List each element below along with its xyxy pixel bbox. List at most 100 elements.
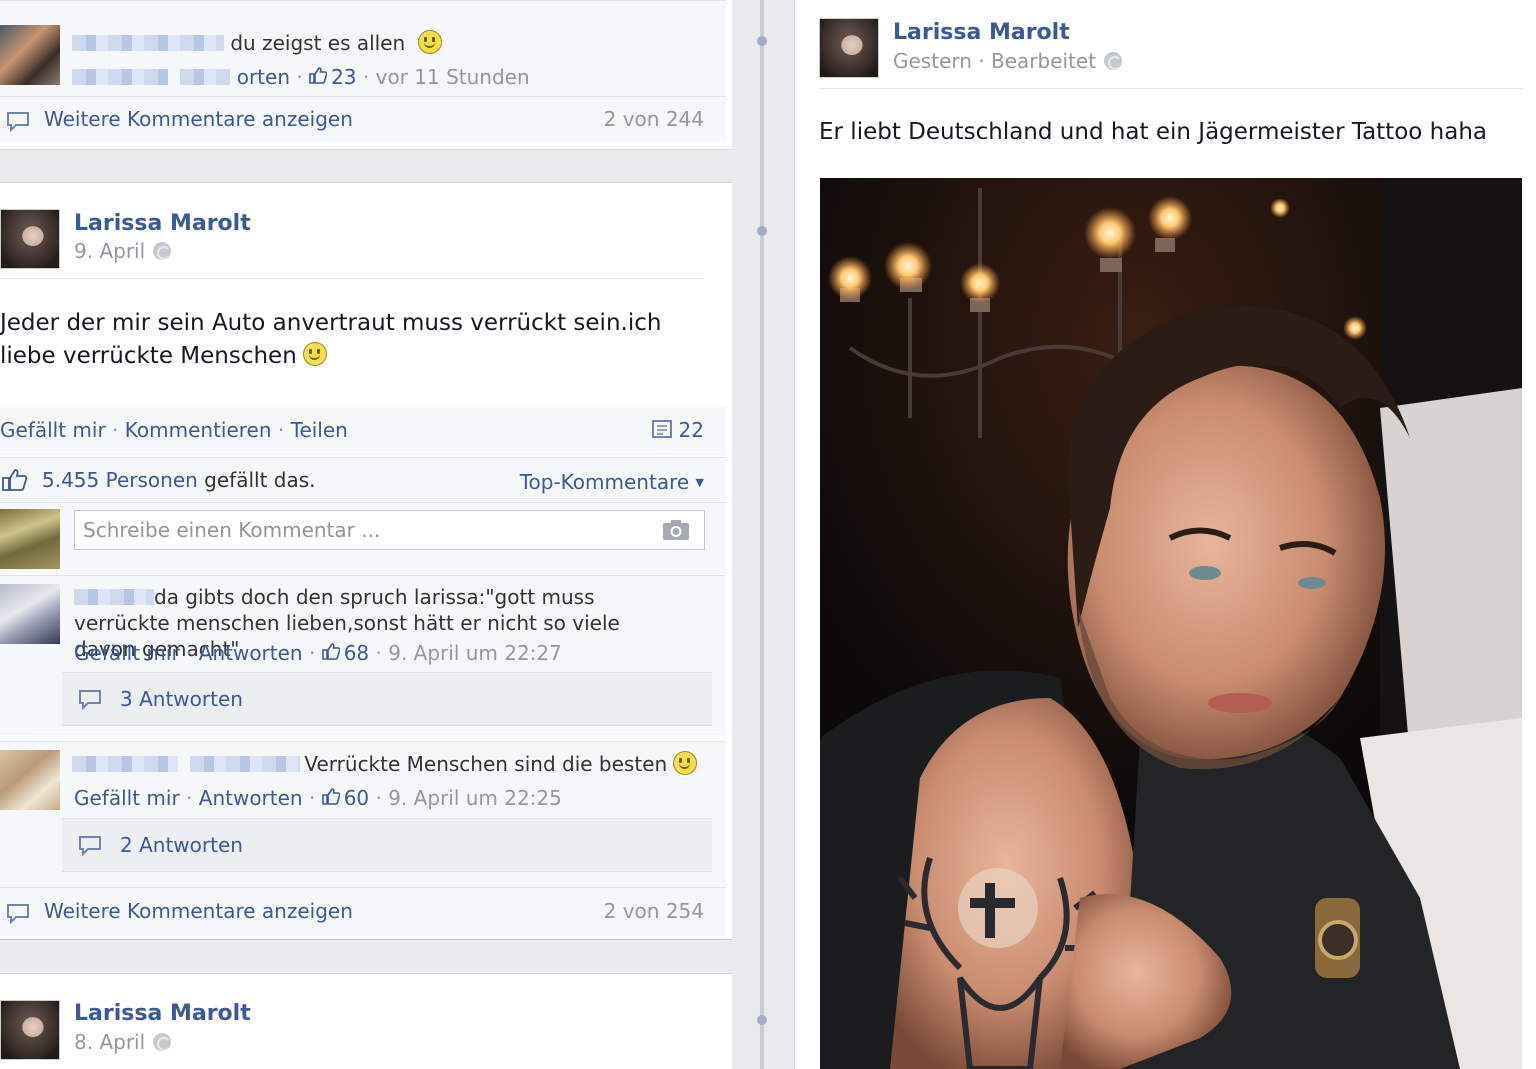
like-button[interactable]: Gefällt mir: [0, 418, 106, 442]
comment-bubble-icon: [7, 904, 29, 924]
post-text: Jeder der mir sein Auto anvertraut muss …: [0, 310, 662, 369]
comment-meta: orten · 23 · vor 11 Stunden: [72, 63, 530, 91]
smiley-icon: [302, 341, 327, 366]
timeline-left-column: du zeigst es allen orten · 23 · vor 11 S…: [0, 0, 735, 1069]
globe-icon[interactable]: [153, 241, 172, 260]
replies-row[interactable]: 2 Antworten: [62, 818, 712, 872]
post-actions: Gefällt mir · Kommentieren · Teilen: [0, 418, 348, 442]
comment-body: Verrückte Menschen sind die besten: [72, 750, 712, 778]
more-comments-link[interactable]: Weitere Kommentare anzeigen: [44, 105, 353, 133]
post-card-next: Larissa Marolt 8. April: [0, 973, 732, 1069]
comment-likes[interactable]: 60: [321, 786, 370, 810]
top-comments-label: Top-Kommentare: [519, 470, 690, 494]
more-comments-row[interactable]: Weitere Kommentare anzeigen 2 von 254: [0, 887, 726, 937]
author-avatar[interactable]: [0, 209, 60, 269]
camera-icon[interactable]: [662, 519, 690, 541]
share-count-value: 22: [678, 418, 704, 442]
replies-row[interactable]: 3 Antworten: [62, 672, 712, 726]
commenter-avatar[interactable]: [0, 25, 60, 85]
share-count[interactable]: 22: [651, 416, 704, 444]
replies-link[interactable]: 2 Antworten: [120, 832, 243, 858]
post-date-row: Gestern · Bearbeitet: [893, 49, 1123, 73]
comment-reply-link[interactable]: Antworten: [199, 786, 303, 810]
comment-time[interactable]: 9. April um 22:25: [388, 786, 562, 810]
timeline-dot: [757, 226, 767, 236]
timeline-dot: [757, 1015, 767, 1025]
author-avatar[interactable]: [819, 18, 879, 78]
comment-like-link[interactable]: Gefällt mir: [74, 641, 180, 665]
comment-text: du zeigst es allen: [230, 31, 406, 55]
comment-body: du zeigst es allen: [72, 29, 442, 57]
post-author[interactable]: Larissa Marolt: [74, 211, 251, 236]
comment-likes[interactable]: 23: [309, 65, 363, 89]
comment-likes-count: 68: [343, 641, 370, 665]
comment-time[interactable]: 9. April um 22:27: [388, 641, 562, 665]
more-comments-count: 2 von 244: [603, 107, 704, 131]
blurred-commenter-name[interactable]: [74, 588, 154, 605]
chevron-down-icon: ▼: [695, 476, 704, 489]
replies-link[interactable]: 3 Antworten: [120, 686, 243, 712]
photo-illustration: [820, 178, 1522, 1069]
comment-likes-count: 60: [343, 786, 370, 810]
share-count-icon: [651, 419, 672, 438]
comment-row: du zeigst es allen orten · 23 · vor 11 S…: [0, 0, 726, 96]
globe-icon[interactable]: [153, 1032, 172, 1051]
comment-meta: Gefällt mir · Antworten · 68 · 9. April …: [74, 641, 562, 665]
post-card-previous: du zeigst es allen orten · 23 · vor 11 S…: [0, 0, 732, 150]
post-author[interactable]: Larissa Marolt: [74, 1001, 251, 1026]
timeline-dot: [757, 36, 767, 46]
comment-bubble-icon: [7, 112, 29, 132]
commenter-avatar[interactable]: [0, 750, 60, 810]
thumbs-up-icon: [321, 643, 340, 660]
thumbs-up-icon: [321, 788, 340, 805]
post-date-row: 8. April: [74, 1030, 172, 1054]
commenter-avatar[interactable]: [0, 584, 60, 644]
blurred-text: [180, 68, 231, 85]
comment-input-row: Schreibe einen Kommentar ...: [0, 502, 726, 574]
comment-item: Verrückte Menschen sind die besten Gefäl…: [0, 741, 726, 887]
reply-link-partial[interactable]: orten: [237, 65, 290, 89]
divider: [819, 88, 1523, 89]
post-text: Er liebt Deutschland und hat ein Jägerme…: [819, 119, 1487, 145]
comment-item: da gibts doch den spruch larissa:"gott m…: [0, 575, 726, 735]
comment-bubble-icon: [79, 690, 101, 710]
comment-likes[interactable]: 68: [321, 641, 370, 665]
blurred-commenter-name[interactable]: [190, 755, 301, 772]
timeline-spine: [760, 0, 764, 1069]
post-edited[interactable]: Bearbeitet: [991, 49, 1096, 73]
comment-time[interactable]: vor 11 Stunden: [376, 65, 530, 89]
comment-reply-link[interactable]: Antworten: [199, 641, 303, 665]
author-avatar[interactable]: [0, 1000, 60, 1060]
post-card: Larissa Marolt 9. April Jeder der mir se…: [0, 182, 732, 940]
comment-bubble-icon: [79, 836, 101, 856]
post-text-block: Jeder der mir sein Auto anvertraut muss …: [0, 307, 700, 373]
post-photo[interactable]: [820, 178, 1522, 1069]
post-date-row: 9. April: [74, 239, 172, 263]
comment-input[interactable]: Schreibe einen Kommentar ...: [74, 510, 705, 550]
likes-count-link[interactable]: 5.455 Personen: [42, 468, 198, 492]
more-comments-row[interactable]: Weitere Kommentare anzeigen 2 von 244: [0, 96, 726, 142]
post-author[interactable]: Larissa Marolt: [893, 20, 1070, 45]
comment-text: Verrückte Menschen sind die besten: [304, 752, 668, 776]
share-button[interactable]: Teilen: [291, 418, 348, 442]
globe-icon[interactable]: [1104, 51, 1123, 70]
comment-button[interactable]: Kommentieren: [125, 418, 272, 442]
post-date[interactable]: Gestern: [893, 49, 972, 73]
viewer-avatar: [0, 509, 60, 569]
comment-likes-count: 23: [331, 65, 357, 89]
comment-like-link[interactable]: Gefällt mir: [74, 786, 180, 810]
likes-suffix: gefällt das.: [204, 468, 316, 492]
blurred-commenter-name[interactable]: [72, 755, 178, 772]
blurred-commenter-name[interactable]: [72, 34, 224, 51]
comment-input-placeholder: Schreibe einen Kommentar ...: [83, 518, 381, 542]
post-date[interactable]: 8. April: [74, 1030, 145, 1054]
top-comments-dropdown[interactable]: Top-Kommentare ▼: [520, 468, 704, 500]
likes-summary: 5.455 Personen gefällt das.: [42, 466, 316, 494]
thumbs-up-icon: [2, 469, 28, 491]
more-comments-count: 2 von 254: [603, 899, 704, 923]
post-card-right: Larissa Marolt Gestern · Bearbeitet Er l…: [794, 0, 1536, 1069]
post-date[interactable]: 9. April: [74, 239, 145, 263]
post-action-bar: Gefällt mir · Kommentieren · Teilen 22: [0, 407, 726, 455]
blurred-text: [72, 68, 168, 85]
more-comments-link[interactable]: Weitere Kommentare anzeigen: [44, 897, 353, 925]
